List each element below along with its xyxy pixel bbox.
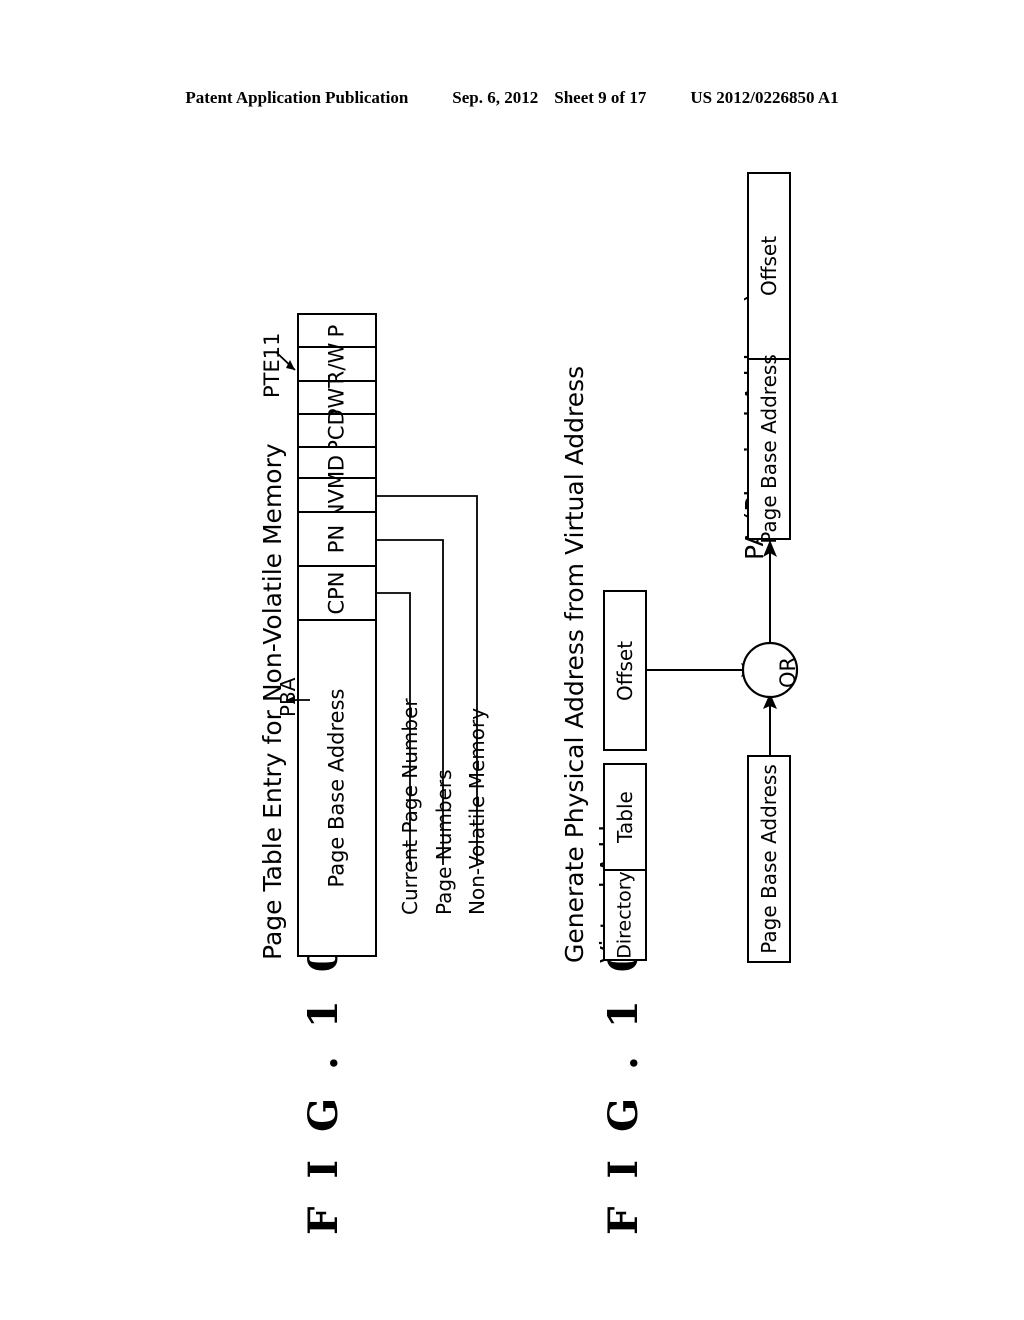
pte11-leader	[275, 351, 296, 371]
leader-nvm	[377, 495, 478, 865]
pba-leader	[286, 696, 310, 704]
arrow-offset-to-or	[647, 663, 757, 677]
arrow-pba-to-or	[763, 693, 777, 755]
or-operator-label: OR	[776, 656, 800, 688]
arrow-or-to-pa	[763, 540, 777, 643]
diagram-connectors	[275, 351, 799, 865]
leader-cpn	[377, 592, 411, 865]
patent-figure-page: Patent Application Publication Sep. 6, 20…	[0, 0, 1024, 1320]
